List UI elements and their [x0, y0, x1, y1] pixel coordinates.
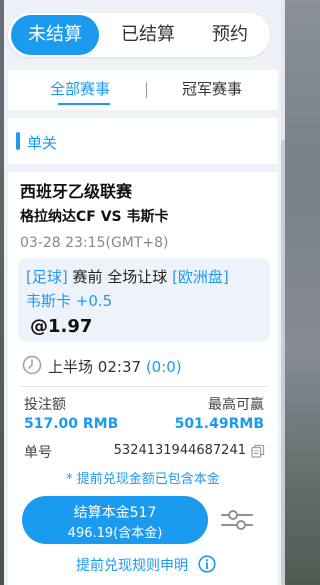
- sport-tag: [足球]: [26, 268, 68, 286]
- odds-type-tag: [欧洲盘]: [172, 268, 229, 286]
- bet-type-label: 单关: [27, 134, 58, 152]
- details-divider: [20, 386, 268, 387]
- order-number: 5324131944687241: [113, 443, 246, 458]
- tab-reserved[interactable]: 预约: [194, 13, 266, 57]
- stake-amount: 517.00 RMB: [24, 416, 119, 432]
- selection-text: 韦斯卡 +0.5: [26, 292, 113, 310]
- cashout-amount: 496.19(含本金): [67, 526, 163, 541]
- info-icon[interactable]: [198, 555, 216, 573]
- scrollbar-thumb[interactable]: [281, 140, 285, 585]
- stake-label: 投注额: [24, 397, 66, 413]
- max-win-amount: 501.49RMB: [174, 416, 264, 432]
- copy-icon[interactable]: [251, 444, 265, 458]
- bet-record-panel: 未结算 已结算 预约 全部赛事 冠军赛事 单关 西班牙乙级联赛 格拉纳达CF V…: [4, 0, 285, 585]
- order-number-label: 单号: [24, 445, 52, 461]
- cashout-button[interactable]: 结算本金517 496.19(含本金): [22, 496, 208, 544]
- cashout-rules-link[interactable]: 提前兑现规则申明: [76, 555, 188, 575]
- market-name: 赛前 全场让球: [72, 268, 168, 286]
- cashout-note: * 提前兑现金额已包含本金: [66, 472, 220, 487]
- odds-value: @1.97: [30, 316, 93, 337]
- bet-selection-box: [足球] 赛前 全场让球 [欧洲盘] 韦斯卡 +0.5 @1.97: [18, 258, 270, 342]
- bet-card: 单关 西班牙乙级联赛 格拉纳达CF VS 韦斯卡 03-28 23:15(GMT…: [8, 118, 278, 585]
- tab-unsettled[interactable]: 未结算: [11, 15, 99, 55]
- live-status: 上半场 02:37 (0:0): [48, 356, 182, 377]
- bet-market-line: [足球] 赛前 全场让球 [欧洲盘]: [26, 266, 229, 287]
- league-name: 西班牙乙级联赛: [20, 182, 133, 201]
- subtab-all-events[interactable]: 全部赛事: [50, 78, 110, 99]
- match-period: 上半场: [48, 358, 94, 376]
- match-teams: 格拉纳达CF VS 韦斯卡: [20, 209, 169, 225]
- status-segmented-control: 未结算 已结算 预约: [8, 13, 270, 57]
- event-type-tabs: 全部赛事 冠军赛事: [8, 70, 278, 110]
- cashout-principal: 结算本金517: [73, 505, 157, 521]
- subtab-divider: [146, 82, 147, 98]
- card-section-divider: [8, 164, 278, 172]
- match-score: (0:0): [145, 358, 182, 376]
- tab-settled[interactable]: 已结算: [108, 13, 188, 57]
- clock-icon: [22, 355, 42, 375]
- active-subtab-underline: [58, 103, 110, 105]
- max-win-label: 最高可赢: [208, 397, 264, 413]
- cashout-settings-icon[interactable]: [221, 508, 253, 532]
- subtab-champion-events[interactable]: 冠军赛事: [182, 78, 242, 99]
- match-datetime: 03-28 23:15(GMT+8): [20, 235, 169, 251]
- bet-type-marker: [16, 132, 20, 150]
- match-clock: 02:37: [97, 358, 142, 376]
